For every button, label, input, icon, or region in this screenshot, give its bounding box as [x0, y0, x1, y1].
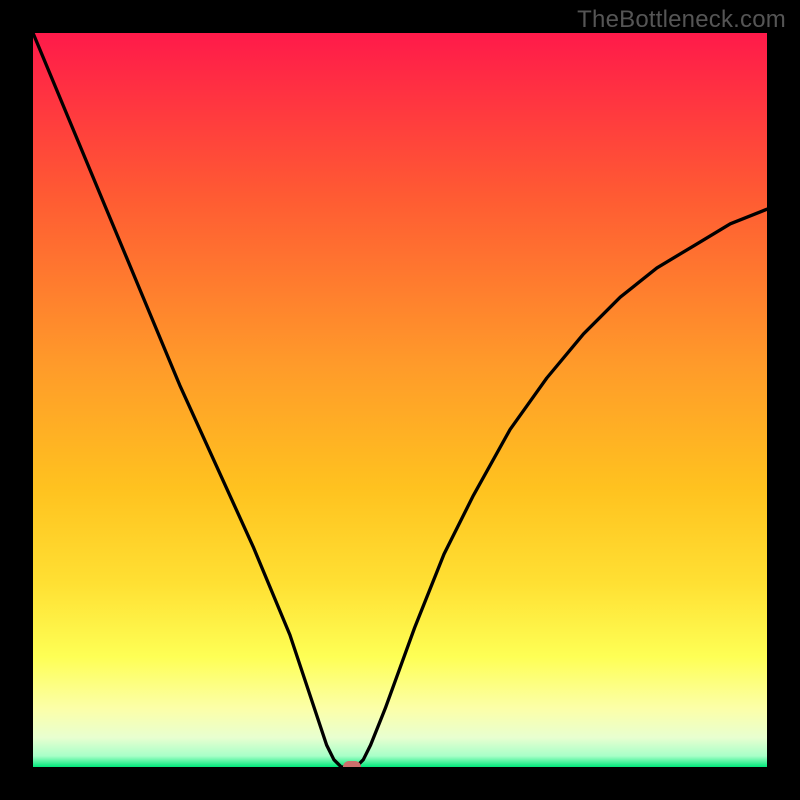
watermark-text: TheBottleneck.com [577, 6, 786, 34]
highlight-marker [343, 761, 361, 767]
bottleneck-curve [33, 33, 767, 767]
chart-frame: TheBottleneck.com [0, 0, 800, 800]
plot-area [33, 33, 767, 767]
